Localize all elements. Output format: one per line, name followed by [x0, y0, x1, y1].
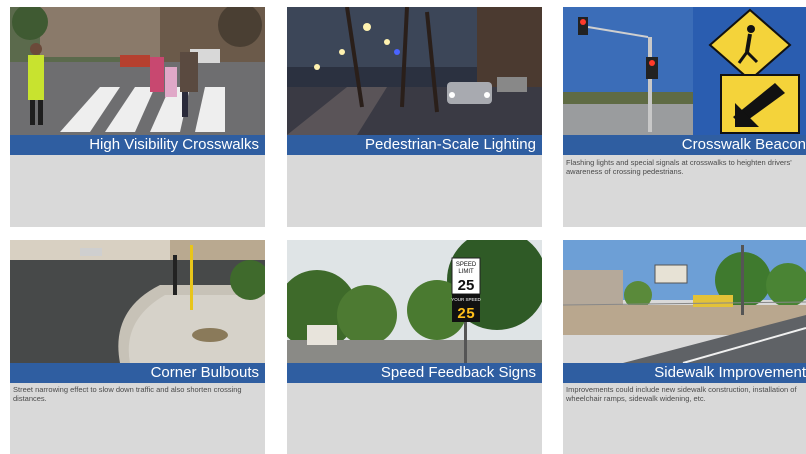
card-speed-feedback-signs[interactable]: SPEED LIMIT 25 YOUR SPEED 25 Speed Feedb…: [287, 240, 542, 454]
card-description: Street narrowing effect to slow down tra…: [13, 385, 242, 403]
card-title: Pedestrian-Scale Lighting: [365, 136, 536, 153]
speed-limit-value: 25: [458, 277, 475, 294]
card-title: Sidewalk Improvement: [654, 364, 806, 381]
card-title-banner: Sidewalk Improvement: [563, 363, 806, 383]
card-crosswalk-beacon[interactable]: Crosswalk Beacon Flashing lights and spe…: [563, 7, 806, 227]
card-title: Crosswalk Beacon: [681, 136, 806, 153]
crosswalk-beacon-photo: [563, 7, 806, 135]
card-sidewalk-improvement[interactable]: Sidewalk Improvement Improvements could …: [563, 240, 806, 454]
card-title-banner: Corner Bulbouts: [10, 363, 265, 383]
street-lighting-photo: [287, 7, 542, 135]
crosswalk-photo: [10, 7, 265, 135]
speed-sign-photo: SPEED LIMIT 25 YOUR SPEED 25: [287, 240, 542, 363]
card-title: High Visibility Crosswalks: [89, 136, 259, 153]
card-title: Corner Bulbouts: [150, 364, 259, 381]
card-title-banner: High Visibility Crosswalks: [10, 135, 265, 155]
card-high-visibility-crosswalks[interactable]: High Visibility Crosswalks: [10, 7, 265, 227]
card-title: Speed Feedback Signs: [380, 364, 536, 381]
sidewalk-photo: [563, 240, 806, 363]
speed-limit-subtext: LIMIT: [458, 269, 474, 275]
card-description: Flashing lights and special signals at c…: [566, 158, 792, 176]
card-corner-bulbouts[interactable]: Corner Bulbouts Street narrowing effect …: [10, 240, 265, 454]
card-title-banner: Crosswalk Beacon: [563, 135, 806, 155]
card-pedestrian-scale-lighting[interactable]: Pedestrian-Scale Lighting: [287, 7, 542, 227]
corner-bulbout-photo: [10, 240, 265, 363]
card-description: Improvements could include new sidewalk …: [566, 385, 797, 403]
speed-limit-text: SPEED: [456, 262, 477, 268]
your-speed-value: 25: [457, 306, 475, 323]
your-speed-label: YOUR SPEED: [451, 297, 481, 302]
card-title-banner: Speed Feedback Signs: [287, 363, 542, 383]
card-title-banner: Pedestrian-Scale Lighting: [287, 135, 542, 155]
